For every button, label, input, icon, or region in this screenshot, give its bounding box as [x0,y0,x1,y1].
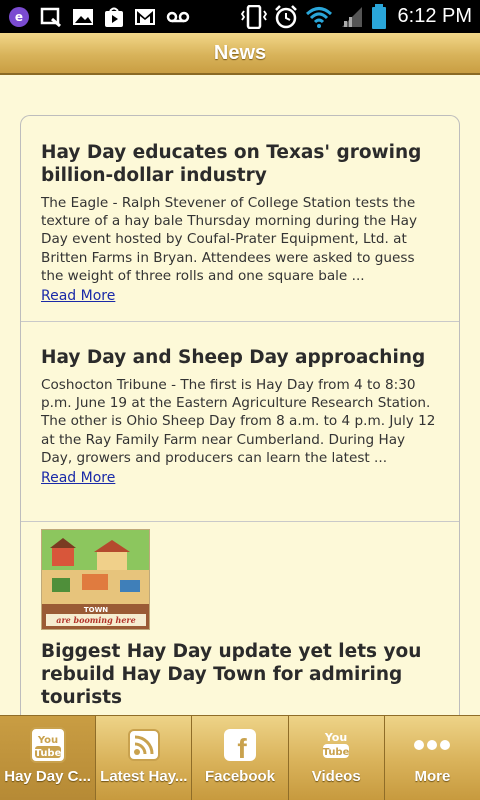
status-time: 6:12 PM [397,5,472,27]
gallery-icon [72,7,94,27]
read-more-link[interactable]: Read More [41,469,115,487]
play-store-icon [104,6,124,28]
news-item[interactable]: Hay Day and Sheep Day approaching Coshoc… [21,322,459,522]
tab-more[interactable]: More [384,715,480,800]
tab-hay-day-channel[interactable]: You Tube Hay Day C... [0,715,97,800]
svg-text:are booming here: are booming here [56,615,135,625]
news-title[interactable]: Hay Day and Sheep Day approaching [41,346,439,369]
wifi-icon [305,6,333,28]
news-title[interactable]: Biggest Hay Day update yet lets you rebu… [41,640,439,709]
news-thumbnail[interactable]: TOWN are booming here [41,529,150,630]
news-title[interactable]: Hay Day educates on Texas' growing billi… [41,141,439,187]
tab-latest-hay[interactable]: Latest Hay... [96,715,193,800]
bottom-tab-bar: You Tube Hay Day C... Latest Hay... f Fac… [0,715,480,800]
battery-icon [371,3,387,30]
rss-icon [127,727,160,763]
tab-label: Facebook [204,768,276,785]
svg-text:e: e [15,10,23,24]
tab-label: Latest Hay... [100,768,188,785]
youtube-icon: You Tube [321,727,351,763]
status-bar: e 6:12 PM [0,0,480,33]
gmail-icon [134,8,156,26]
facebook-icon: f [223,727,257,763]
svg-text:TOWN: TOWN [84,606,108,614]
svg-text:Tube: Tube [34,748,61,759]
voicemail-icon [166,10,190,24]
news-summary: The Eagle - Ralph Stevener of College St… [41,195,418,284]
header-bar: News [0,33,480,75]
data-sync-icon [40,7,62,27]
news-item[interactable]: TOWN are booming here Biggest Hay Day up… [21,522,459,709]
signal-icon [340,6,364,28]
tab-videos[interactable]: You Tube Videos [288,715,385,800]
youtube-icon: You Tube [29,727,66,763]
svg-text:f: f [237,733,247,762]
tab-label: Hay Day C... [4,768,91,785]
more-dots-icon [412,727,452,763]
tab-label: Videos [311,768,361,785]
eclipse-app-icon: e [8,6,30,28]
vibrate-icon [240,4,267,29]
tab-facebook[interactable]: f Facebook [192,715,289,800]
news-item[interactable]: Hay Day educates on Texas' growing billi… [21,116,459,322]
read-more-link[interactable]: Read More [41,287,115,305]
news-list: Hay Day educates on Texas' growing billi… [20,115,460,736]
alarm-icon [274,4,298,29]
hay-day-town-image: TOWN are booming here [42,530,149,629]
news-summary: Coshocton Tribune - The first is Hay Day… [41,377,436,466]
tab-label: More [414,768,451,785]
svg-text:You: You [36,735,57,746]
svg-text:You: You [324,731,347,744]
page-title: News [213,41,267,64]
svg-text:Tube: Tube [323,747,350,758]
